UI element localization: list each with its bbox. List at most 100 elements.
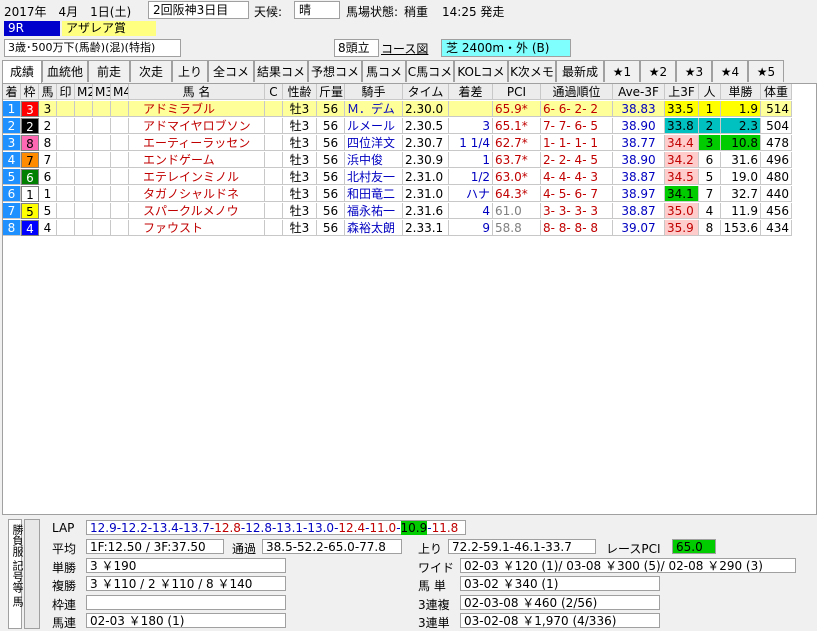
tab-13[interactable]: ★1 — [604, 60, 640, 82]
col-header-15[interactable]: 通過順位 — [541, 84, 613, 100]
jockey-cell: ルメール — [345, 118, 403, 134]
col-header-20[interactable]: 体重 — [761, 84, 792, 100]
body-weight-cell: 478 — [761, 135, 792, 151]
ave3f-cell: 38.87 — [613, 203, 665, 219]
m3-cell — [93, 101, 111, 117]
margin-cell: 1 — [449, 152, 493, 168]
col-header-13[interactable]: 着差 — [449, 84, 493, 100]
table-row[interactable]: 7 5 5 スパークルメノウ 牡3 56 福永祐一 2.31.6 4 61.0 3- 3- 3- 3… — [3, 203, 792, 219]
m4-cell — [111, 135, 129, 151]
m2-cell — [75, 220, 93, 236]
c-cell — [265, 118, 283, 134]
lap-segment: - — [396, 521, 401, 535]
lap-segment: -12.8-13.1-13.0- — [240, 521, 339, 535]
lap-segment: 11.8 — [431, 521, 459, 535]
tab-12[interactable]: 最新成 — [556, 60, 604, 82]
tab-5[interactable]: 全コメ — [208, 60, 254, 82]
table-row[interactable]: 3 8 8 エーティーラッセン 牡3 56 四位洋文 2.30.7 1 1/4 62.7* 1- 1… — [3, 135, 792, 151]
mark-cell — [57, 118, 75, 134]
weather-label: 天候: — [254, 5, 283, 19]
tab-6[interactable]: 結果コメ — [254, 60, 308, 82]
pci-cell: 63.7* — [493, 152, 541, 168]
col-header-16[interactable]: Ave-3F — [613, 84, 665, 100]
last3f-cell: 35.9 — [665, 220, 699, 236]
table-row[interactable]: 4 7 7 エンドゲーム 牡3 56 浜中俊 2.30.9 1 63.7* 2- 2- 4- 5 38… — [3, 152, 792, 168]
umaban-cell: 6 — [39, 169, 57, 185]
mark-cell — [57, 169, 75, 185]
m2-cell — [75, 169, 93, 185]
m3-cell — [93, 152, 111, 168]
col-header-0[interactable]: 着 — [3, 84, 21, 100]
tab-4[interactable]: 上り — [172, 60, 208, 82]
tab-3[interactable]: 次走 — [130, 60, 172, 82]
table-row[interactable]: 8 4 4 ファウスト 牡3 56 森裕太朗 2.33.1 9 58.8 8- 8- 8- 8 39.… — [3, 220, 792, 236]
umaban-cell: 4 — [39, 220, 57, 236]
side-tab-silks[interactable]: 勝負服 — [9, 524, 25, 557]
ave3f-cell: 38.77 — [613, 135, 665, 151]
m3-cell — [93, 169, 111, 185]
mark-cell — [57, 135, 75, 151]
col-header-6[interactable]: M4 — [111, 84, 129, 100]
wakuren-value — [86, 595, 286, 610]
col-header-7[interactable]: 馬 名 — [129, 84, 265, 100]
grid-header: 着枠馬印M2M3M4馬 名C性齢斤量騎手タイム着差PCI通過順位Ave-3F上3… — [3, 84, 792, 100]
col-header-18[interactable]: 人 — [699, 84, 721, 100]
tab-16[interactable]: ★4 — [712, 60, 748, 82]
tab-0[interactable]: 成績 — [2, 60, 42, 83]
tab-1[interactable]: 血統他 — [42, 60, 88, 82]
odds-cell: 153.6 — [721, 220, 761, 236]
table-row[interactable]: 6 1 1 タガノシャルドネ 牡3 56 和田竜二 2.31.0 ハナ 64.3* 4- 5- 6-… — [3, 186, 792, 202]
body-weight-cell: 480 — [761, 169, 792, 185]
col-header-2[interactable]: 馬 — [39, 84, 57, 100]
tab-11[interactable]: K次メモ — [508, 60, 556, 82]
col-header-5[interactable]: M3 — [93, 84, 111, 100]
tab-14[interactable]: ★2 — [640, 60, 676, 82]
m2-cell — [75, 152, 93, 168]
horse-name-cell: タガノシャルドネ — [129, 186, 265, 202]
table-row[interactable]: 5 6 6 エテレインミノル 牡3 56 北村友一 2.31.0 1/2 63.0* 4- 4- 4… — [3, 169, 792, 185]
lap-segment: 10.9 — [400, 521, 428, 535]
ave3f-cell: 38.97 — [613, 186, 665, 202]
col-header-12[interactable]: タイム — [403, 84, 449, 100]
track-label: 馬場状態: — [346, 5, 399, 19]
tab-7[interactable]: 予想コメ — [308, 60, 362, 82]
ave3f-cell: 38.90 — [613, 118, 665, 134]
pci-cell: 58.8 — [493, 220, 541, 236]
tab-9[interactable]: C馬コメ — [406, 60, 454, 82]
col-header-14[interactable]: PCI — [493, 84, 541, 100]
body-weight-cell: 434 — [761, 220, 792, 236]
tab-2[interactable]: 前走 — [88, 60, 130, 82]
col-header-17[interactable]: 上3F — [665, 84, 699, 100]
m4-cell — [111, 220, 129, 236]
table-row[interactable]: 2 2 2 アドマイヤロブソン 牡3 56 ルメール 2.30.5 3 65.1* 7- 7- 6-… — [3, 118, 792, 134]
course-map-link[interactable]: コース図 — [381, 40, 428, 57]
col-header-10[interactable]: 斤量 — [317, 84, 345, 100]
side-tab-marks[interactable]: 記号等 — [9, 560, 25, 593]
m3-cell — [93, 135, 111, 151]
wide-label: ワイド — [418, 561, 455, 575]
pci-cell: 65.9* — [493, 101, 541, 117]
col-header-8[interactable]: C — [265, 84, 283, 100]
last3f-cell: 33.8 — [665, 118, 699, 134]
time-cell: 2.31.0 — [403, 169, 449, 185]
passing-cell: 1- 1- 1- 1 — [541, 135, 613, 151]
col-header-3[interactable]: 印 — [57, 84, 75, 100]
tab-8[interactable]: 馬コメ — [362, 60, 406, 82]
odds-cell: 31.6 — [721, 152, 761, 168]
col-header-19[interactable]: 単勝 — [721, 84, 761, 100]
table-row[interactable]: 1 3 3 アドミラブル 牡3 56 Ｍ．デム 2.30.0 65.9* 6- 6- 2- 2 38… — [3, 101, 792, 117]
tab-10[interactable]: KOLコメ — [454, 60, 508, 82]
c-cell — [265, 135, 283, 151]
weight-cell: 56 — [317, 220, 345, 236]
tab-17[interactable]: ★5 — [748, 60, 784, 82]
col-header-11[interactable]: 騎手 — [345, 84, 403, 100]
last3f-cell: 34.1 — [665, 186, 699, 202]
lap-times: 12.9-12.2-13.4-13.7-12.8-12.8-13.1-13.0-… — [86, 520, 466, 535]
col-header-4[interactable]: M2 — [75, 84, 93, 100]
mark-cell — [57, 203, 75, 219]
body-weight-cell: 514 — [761, 101, 792, 117]
col-header-1[interactable]: 枠 — [21, 84, 39, 100]
popularity-cell: 5 — [699, 169, 721, 185]
col-header-9[interactable]: 性齢 — [283, 84, 317, 100]
tab-15[interactable]: ★3 — [676, 60, 712, 82]
